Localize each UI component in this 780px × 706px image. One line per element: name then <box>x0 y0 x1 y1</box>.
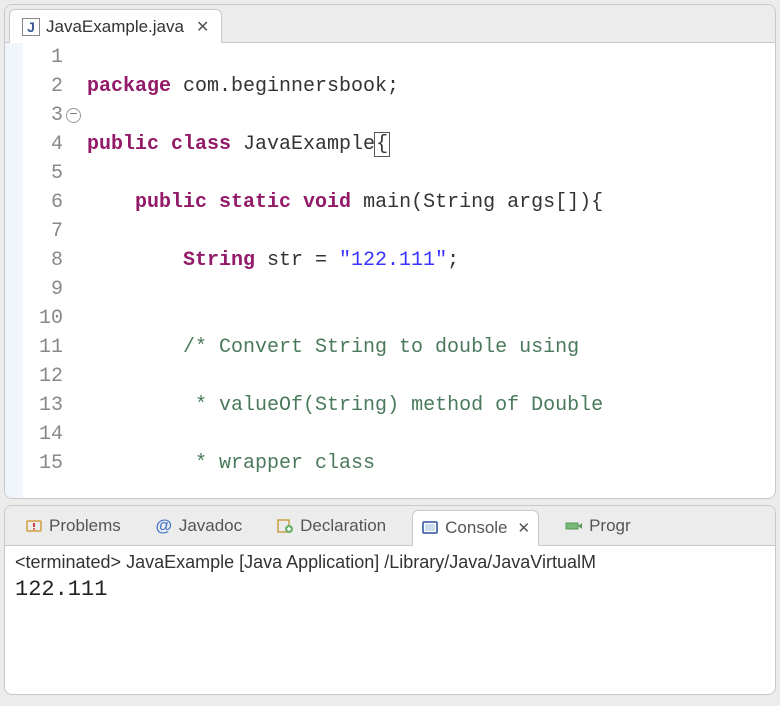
line-number: 15 <box>23 449 63 478</box>
progress-icon <box>565 517 583 535</box>
line-number: 6 <box>23 188 63 217</box>
line-number: 4 <box>23 130 63 159</box>
fold-gutter: − <box>65 43 83 498</box>
tab-label: Progr <box>589 516 631 536</box>
line-number: 1 <box>23 43 63 72</box>
editor-tab-label: JavaExample.java <box>46 17 184 37</box>
bottom-panel: Problems @ Javadoc Declaration Console ✕… <box>4 505 776 695</box>
editor-tab-bar: J JavaExample.java ✕ <box>5 5 775 43</box>
code-content[interactable]: package com.beginnersbook; public class … <box>83 43 775 498</box>
editor-panel: J JavaExample.java ✕ 1 2 3 4 5 6 7 8 9 1… <box>4 4 776 499</box>
line-number: 5 <box>23 159 63 188</box>
javadoc-icon: @ <box>155 517 173 535</box>
line-number: 10 <box>23 304 63 333</box>
code-line: * wrapper class <box>87 449 775 478</box>
tab-label: Javadoc <box>179 516 242 536</box>
close-icon[interactable]: ✕ <box>196 17 209 37</box>
tab-javadoc[interactable]: @ Javadoc <box>147 512 250 540</box>
console-output: 122.111 <box>5 575 775 604</box>
tab-declaration[interactable]: Declaration <box>268 512 394 540</box>
code-line: String str = "122.111"; <box>87 246 775 275</box>
bottom-tab-bar: Problems @ Javadoc Declaration Console ✕… <box>5 506 775 546</box>
problems-icon <box>25 517 43 535</box>
java-file-icon: J <box>22 18 40 36</box>
line-number: 7 <box>23 217 63 246</box>
line-number: 13 <box>23 391 63 420</box>
marker-gutter <box>5 43 23 498</box>
line-number: 9 <box>23 275 63 304</box>
code-area[interactable]: 1 2 3 4 5 6 7 8 9 10 11 12 13 14 15 − pa… <box>5 43 775 498</box>
line-number: 14 <box>23 420 63 449</box>
tab-label: Console <box>445 518 507 538</box>
code-line: package com.beginnersbook; <box>87 72 775 101</box>
line-number: 11 <box>23 333 63 362</box>
close-icon[interactable]: ✕ <box>518 519 531 537</box>
code-line: public static void main(String args[]){ <box>87 188 775 217</box>
console-icon <box>421 519 439 537</box>
tab-problems[interactable]: Problems <box>17 512 129 540</box>
tab-console[interactable]: Console ✕ <box>412 510 539 546</box>
editor-tab[interactable]: J JavaExample.java ✕ <box>9 9 222 43</box>
tab-progress[interactable]: Progr <box>557 512 639 540</box>
declaration-icon <box>276 517 294 535</box>
line-number: 2 <box>23 72 63 101</box>
code-line: * valueOf(String) method of Double <box>87 391 775 420</box>
cursor: { <box>374 132 390 157</box>
code-line: public class JavaExample{ <box>87 130 775 159</box>
tab-label: Declaration <box>300 516 386 536</box>
line-number-gutter: 1 2 3 4 5 6 7 8 9 10 11 12 13 14 15 <box>23 43 65 498</box>
code-line: /* Convert String to double using <box>87 333 775 362</box>
tab-label: Problems <box>49 516 121 536</box>
line-number: 12 <box>23 362 63 391</box>
line-number: 8 <box>23 246 63 275</box>
line-number: 3 <box>23 101 63 130</box>
fold-collapse-icon[interactable]: − <box>66 108 81 123</box>
console-status: <terminated> JavaExample [Java Applicati… <box>5 546 775 575</box>
